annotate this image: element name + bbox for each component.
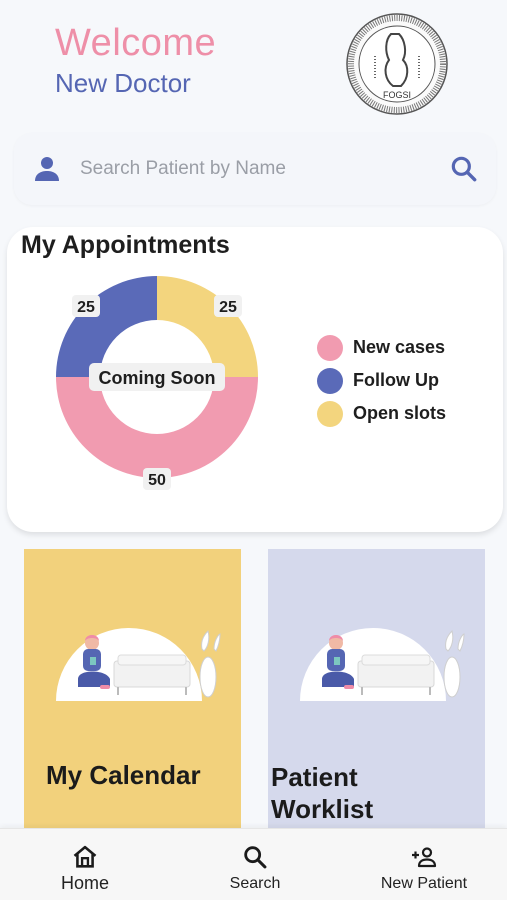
fogsi-logo: FOGSI bbox=[346, 13, 448, 115]
legend-item-open-slots: Open slots bbox=[317, 397, 446, 430]
doctor-name: New Doctor bbox=[55, 68, 191, 98]
svg-text:25: 25 bbox=[219, 299, 237, 316]
nav-new-patient-label: New Patient bbox=[380, 875, 468, 892]
my-calendar-card[interactable]: My Calendar bbox=[24, 549, 241, 839]
legend-label: Open slots bbox=[353, 403, 447, 423]
person-icon bbox=[35, 157, 59, 181]
svg-text:50: 50 bbox=[148, 472, 166, 489]
add-person-icon bbox=[412, 847, 437, 868]
appointments-card: My Appointments 50 25 25 Coming Soon New ca… bbox=[7, 227, 503, 532]
search-bar[interactable] bbox=[14, 133, 496, 205]
nav-search[interactable]: Search bbox=[214, 829, 296, 900]
nav-search-label: Search bbox=[229, 875, 281, 892]
sofa-illustration bbox=[300, 628, 465, 701]
coming-soon-label: Coming Soon bbox=[89, 363, 225, 391]
home-icon bbox=[73, 845, 97, 868]
legend-swatch bbox=[317, 334, 343, 361]
nav-new-patient[interactable]: New Patient bbox=[364, 829, 484, 900]
svg-text:Coming Soon: Coming Soon bbox=[99, 368, 216, 388]
donut-value-label: 25 bbox=[214, 295, 242, 317]
legend-label: New cases bbox=[353, 337, 446, 357]
appointments-donut-chart: 50 25 25 Coming Soon bbox=[56, 276, 258, 490]
svg-text:25: 25 bbox=[77, 299, 95, 316]
legend-item-follow-up: Follow Up bbox=[317, 364, 446, 397]
donut-slice-open-slots bbox=[157, 276, 258, 377]
donut-value-label: 25 bbox=[72, 295, 100, 317]
legend-swatch bbox=[317, 400, 343, 427]
search-icon[interactable] bbox=[448, 153, 480, 185]
bottom-navigation: Home Search New Patient bbox=[0, 828, 507, 900]
legend-item-new-cases: New cases bbox=[317, 331, 446, 364]
donut-value-label: 50 bbox=[143, 468, 171, 490]
nav-home-label: Home bbox=[60, 873, 109, 893]
patient-worklist-label: Patient Worklist bbox=[271, 762, 374, 824]
welcome-text: Welcome bbox=[55, 22, 217, 64]
nav-home[interactable]: Home bbox=[44, 829, 126, 900]
sofa-illustration bbox=[56, 628, 221, 701]
legend-swatch bbox=[317, 367, 343, 394]
search-icon bbox=[244, 846, 267, 869]
legend-label: Follow Up bbox=[353, 370, 439, 390]
my-calendar-label: My Calendar bbox=[46, 760, 201, 790]
search-input[interactable] bbox=[80, 151, 440, 187]
header: Welcome New Doctor FOGSI bbox=[0, 0, 507, 120]
chart-legend: New cases Follow Up Open slots bbox=[317, 331, 446, 430]
donut-slice-follow-up bbox=[56, 276, 157, 377]
logo-text: FOGSI bbox=[383, 90, 411, 100]
patient-worklist-card[interactable]: Patient Worklist bbox=[268, 549, 485, 839]
donut-slice-new-cases bbox=[56, 377, 258, 478]
